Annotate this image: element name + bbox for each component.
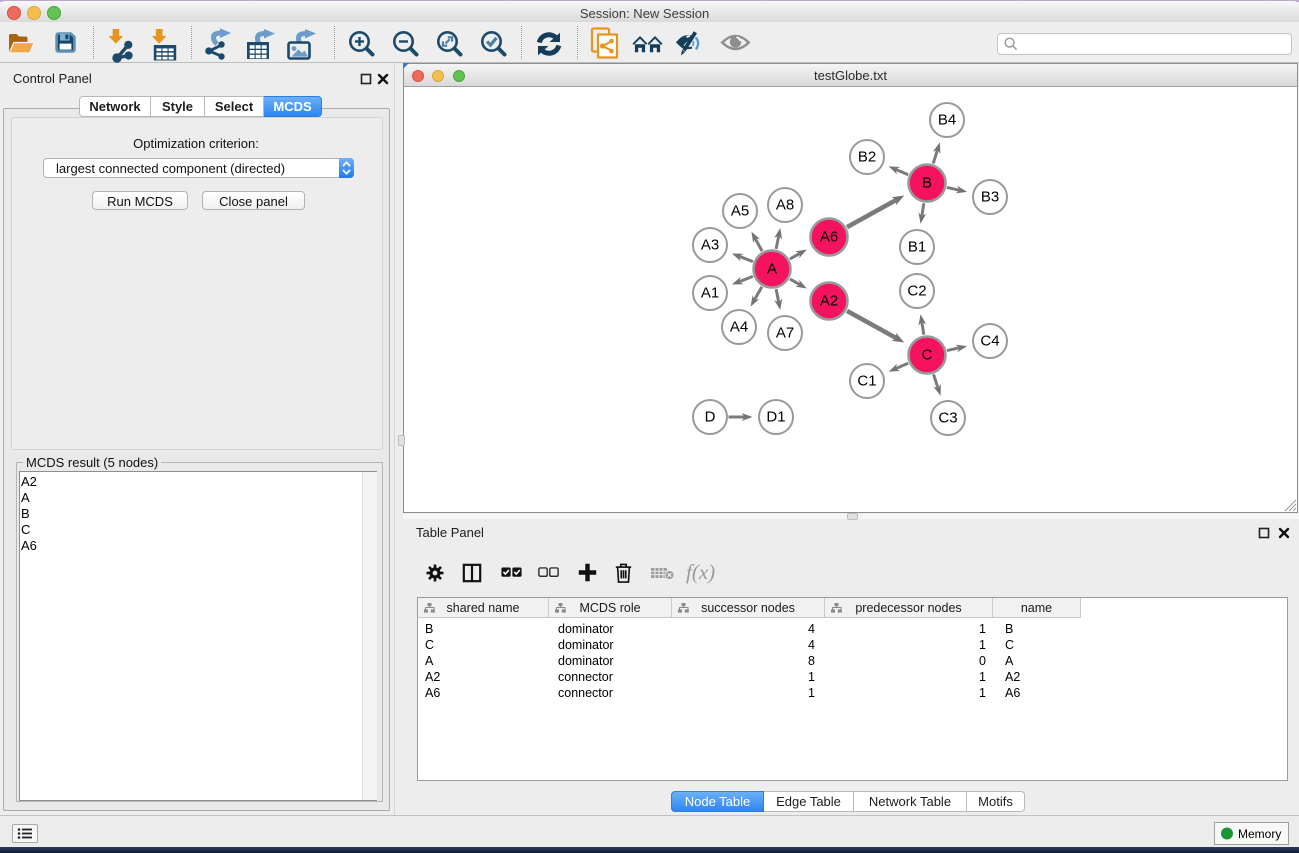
svg-text:A: A <box>767 261 777 278</box>
svg-text:A8: A8 <box>776 197 794 214</box>
svg-text:A4: A4 <box>730 319 748 336</box>
svg-text:D: D <box>705 409 716 426</box>
svg-text:C1: C1 <box>857 373 876 390</box>
svg-text:A6: A6 <box>820 229 838 246</box>
svg-text:B2: B2 <box>858 149 876 166</box>
svg-text:C4: C4 <box>980 333 999 350</box>
svg-text:A3: A3 <box>701 237 719 254</box>
svg-text:A1: A1 <box>701 285 719 302</box>
svg-text:B: B <box>922 175 932 192</box>
svg-text:C2: C2 <box>907 283 926 300</box>
svg-text:A7: A7 <box>776 325 794 342</box>
svg-text:B4: B4 <box>938 112 956 129</box>
svg-text:A2: A2 <box>820 293 838 310</box>
svg-text:C3: C3 <box>938 410 957 427</box>
svg-text:B3: B3 <box>981 189 999 206</box>
svg-text:A5: A5 <box>731 203 749 220</box>
svg-text:B1: B1 <box>908 239 926 256</box>
svg-text:D1: D1 <box>766 409 785 426</box>
svg-text:C: C <box>922 347 933 364</box>
